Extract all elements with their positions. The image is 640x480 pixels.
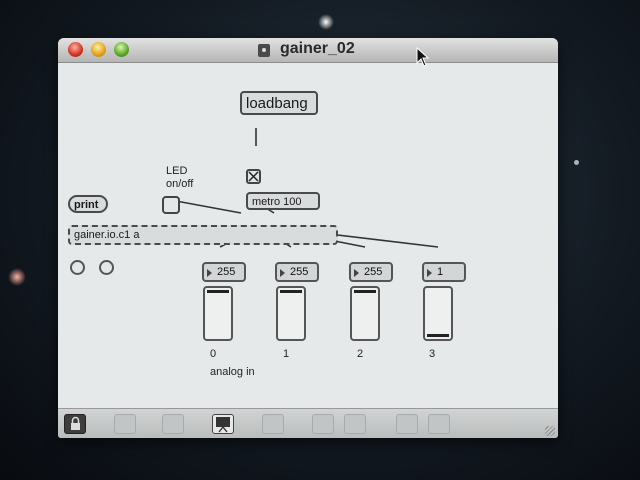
toggle-x-icon: [248, 171, 259, 182]
desktop-star: [318, 14, 334, 30]
led-label: LED: [166, 165, 188, 177]
number-arrow-icon: [207, 269, 212, 277]
slider-knob[interactable]: [354, 290, 376, 293]
analog-in-label: analog in: [210, 366, 255, 378]
gainer-object[interactable]: gainer.io.c1 a: [68, 225, 338, 245]
channel-index-0: 0: [210, 348, 217, 360]
analog-slider-3[interactable]: [423, 286, 453, 341]
number-value: 1: [437, 266, 444, 278]
snap-grid-icon[interactable]: [428, 414, 450, 434]
analog-slider-2[interactable]: [350, 286, 380, 341]
slider-knob[interactable]: [280, 290, 302, 293]
info-icon[interactable]: [262, 414, 284, 434]
window-title: gainer_02: [280, 40, 355, 57]
window-titlebar[interactable]: gainer_02: [58, 38, 558, 63]
number-arrow-icon: [354, 269, 359, 277]
presentation-icon[interactable]: [212, 414, 234, 434]
number-arrow-icon: [280, 269, 285, 277]
patcher-window: gainer_02 loadbang metro 100 LED on/off …: [58, 38, 558, 438]
loadbang-object[interactable]: loadbang: [240, 91, 318, 115]
channel-index-2: 2: [357, 348, 364, 360]
channel-index-1: 1: [283, 348, 290, 360]
new-object-icon[interactable]: [114, 414, 136, 434]
patch-cord: [175, 200, 242, 214]
metro-toggle[interactable]: [246, 169, 261, 184]
analog-number-3[interactable]: 1: [422, 262, 466, 282]
minimize-button[interactable]: [91, 42, 106, 57]
resize-grip-icon[interactable]: [545, 426, 555, 436]
patcher-canvas[interactable]: loadbang metro 100 LED on/off print gain…: [58, 63, 558, 408]
channel-index-3: 3: [429, 348, 436, 360]
grid-icon[interactable]: [396, 414, 418, 434]
led-toggle[interactable]: [162, 196, 180, 214]
print-object[interactable]: print: [68, 195, 108, 213]
lock-icon[interactable]: [64, 414, 86, 434]
zoom-button[interactable]: [114, 42, 129, 57]
paste-icon[interactable]: [344, 414, 366, 434]
presentation-glyph: [216, 417, 230, 433]
patcher-document-icon: [258, 44, 270, 57]
gainer-button-1[interactable]: [70, 260, 85, 275]
metro-object[interactable]: metro 100: [246, 192, 320, 210]
analog-slider-1[interactable]: [276, 286, 306, 341]
number-value: 255: [217, 266, 236, 278]
slider-knob[interactable]: [207, 290, 229, 293]
patcher-toolbar: [58, 408, 558, 438]
analog-slider-0[interactable]: [203, 286, 233, 341]
led-label-sub: on/off: [166, 178, 194, 190]
analog-number-2[interactable]: 255: [349, 262, 393, 282]
lock-glyph: [71, 416, 80, 430]
slider-knob[interactable]: [427, 334, 449, 337]
analog-number-0[interactable]: 255: [202, 262, 246, 282]
number-arrow-icon: [427, 269, 432, 277]
number-value: 255: [364, 266, 383, 278]
copy-icon[interactable]: [312, 414, 334, 434]
gainer-button-2[interactable]: [99, 260, 114, 275]
move-icon[interactable]: [162, 414, 184, 434]
desktop-light-flare: [8, 268, 26, 286]
mouse-pointer-icon: [416, 47, 430, 67]
number-value: 255: [290, 266, 309, 278]
analog-number-1[interactable]: 255: [275, 262, 319, 282]
desktop-star: [574, 160, 579, 165]
close-button[interactable]: [68, 42, 83, 57]
